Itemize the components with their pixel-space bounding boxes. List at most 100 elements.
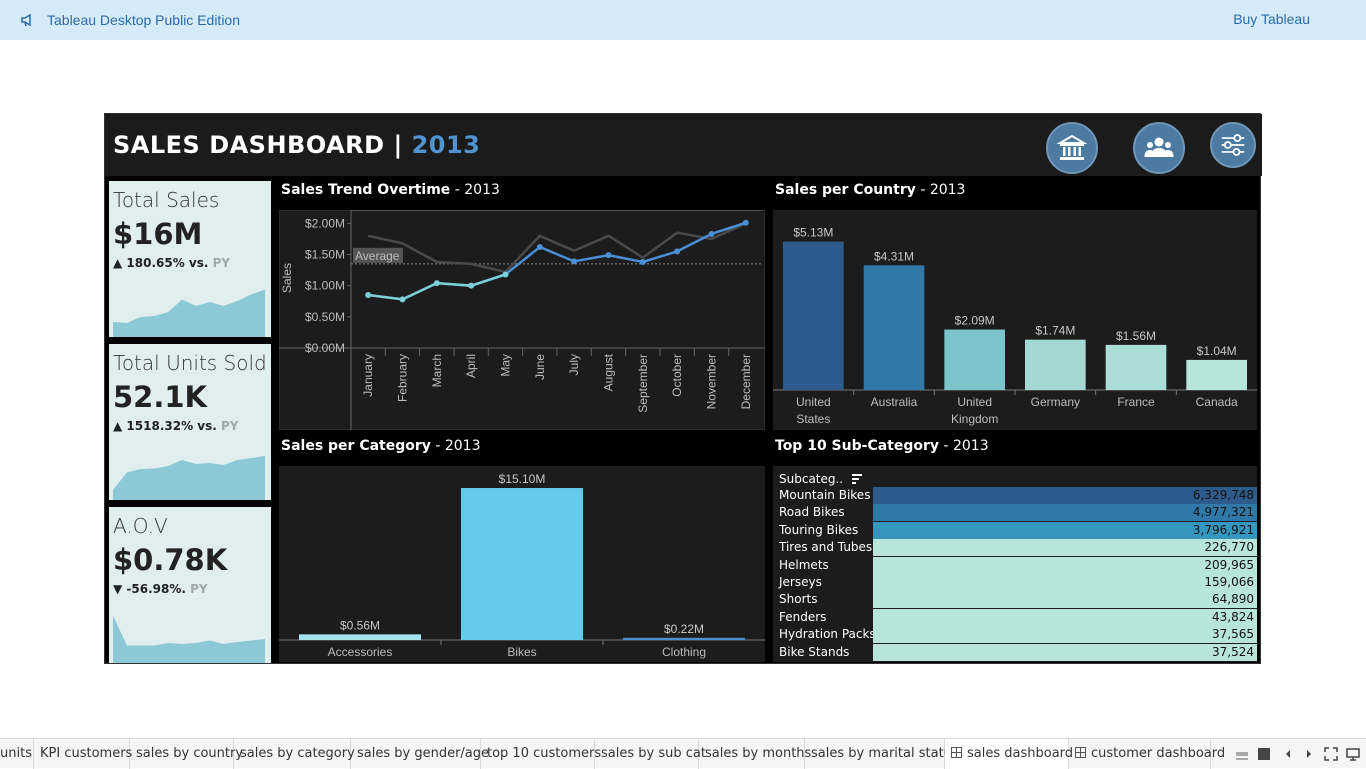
sheet-tab[interactable]: sales by months [699,739,811,769]
dashboard-title: SALES DASHBOARD | 2013 [113,131,480,159]
country-chart-area[interactable]: $5.13M United States $4.31M Australia $2.09M U… [773,210,1257,430]
y-axis-label: Sales [280,263,294,293]
subcategory-value: 64,890 [1212,592,1254,607]
data-label: $1.56M [1116,329,1156,343]
subcategory-value: 226,770 [1204,540,1254,555]
kpi-sparkline [113,289,265,337]
subcategory-value: 37,565 [1212,627,1254,642]
subcategory-row[interactable]: Jerseys 159,066 [773,574,1257,591]
bar [623,637,745,640]
panel-title-main: Sales per Category [281,438,431,454]
y-tick-label: $2.00M [305,216,345,230]
megaphone-icon [21,13,31,27]
data-label: $0.22M [664,622,704,636]
x-tick-label: France [1117,395,1155,409]
sort-icon[interactable] [851,473,863,485]
bar [863,265,925,390]
x-tick-label: United [796,395,831,409]
x-tick-label: Kingdom [951,412,998,426]
sheet-tab[interactable]: sales by sub cat [595,739,706,769]
sales-point [502,271,509,278]
subcategory-row[interactable]: Hydration Packs 37,565 [773,626,1257,644]
subcategory-row[interactable]: Shorts 64,890 [773,591,1257,609]
sheet-tab[interactable]: sales dashboard [945,739,1073,769]
x-tick-label: Clothing [662,645,706,659]
sheet-tab[interactable]: sales by country [130,739,243,769]
sheet-tab-label: sales by gender/age [357,746,490,761]
kpi-change-text: -56.98%. [126,582,186,596]
dashboard-title-text: SALES DASHBOARD [113,131,385,159]
data-label: $15.10M [499,472,546,486]
x-tick-label: November [705,354,719,409]
x-tick-label: February [396,354,410,402]
kpi-py: PY [221,419,239,433]
sales-category-panel: Sales per Category - 2013 $0.56M Accessor… [279,436,765,662]
bar [1025,339,1086,390]
subcategory-bar: 209,965 [873,556,1257,574]
kpi-sparkline [113,615,265,663]
down-arrow-icon: ▼ [113,582,123,596]
subcategory-bar: 4,977,321 [873,504,1257,522]
bar [944,329,1005,390]
show-filmstrip-icon[interactable] [1235,747,1249,761]
subcategory-row[interactable]: Touring Bikes 3,796,921 [773,521,1257,539]
next-sheet-icon[interactable] [1302,747,1316,761]
kpi-py: PY [212,256,231,270]
panel-title-year: - 2013 [915,182,966,198]
trend-line-chart: $0.00M $0.50M $1.00M $1.50M $2.00M Sales Janua… [278,209,766,431]
sheet-tab-label: sales by months [705,746,812,761]
sheet-tab[interactable]: sales by category [234,739,355,769]
kpi-change-text: 1518.32% vs. [126,419,217,433]
sales-point [674,248,681,255]
subcategory-row[interactable]: Tires and Tubes 226,770 [773,539,1257,557]
subcategory-row[interactable]: Bike Stands 37,524 [773,643,1257,661]
customers-icon[interactable] [1133,122,1185,174]
sales-point [365,292,372,299]
subcategory-row[interactable]: Road Bikes 4,977,321 [773,504,1257,522]
x-tick-label: Germany [1031,395,1080,409]
sales-point [571,258,578,265]
sheet-tab[interactable]: sales by gender/age [351,739,489,769]
sheet-tab-label: sales dashboard [967,746,1074,761]
show-sheet-icon[interactable] [1257,747,1271,761]
y-tick-label: $0.50M [305,310,345,324]
subcategory-row[interactable]: Fenders 43,824 [773,608,1257,626]
x-tick-label: April [464,354,478,378]
sheet-tab[interactable]: units [0,739,34,769]
sheet-tab[interactable]: KPI customers [34,739,132,769]
panel-title-year: - 2013 [939,438,989,454]
subcategory-row[interactable]: Helmets 209,965 [773,556,1257,574]
bank-icon[interactable] [1046,122,1098,174]
dashboard-header: SALES DASHBOARD | 2013 [105,114,1262,176]
kpi-value: $16M [113,217,203,251]
panel-title: Sales per Country - 2013 [775,182,965,198]
sheet-tab[interactable]: top 10 customers [481,739,601,769]
sheet-tab[interactable]: sales by marital status [805,739,959,769]
filters-icon[interactable] [1210,122,1256,168]
trend-chart-area[interactable]: $0.00M $0.50M $1.00M $1.50M $2.00M Sales Janua… [278,209,766,431]
dashboard-year: 2013 [411,131,481,159]
x-tick-label: May [499,354,513,377]
buy-tableau-link[interactable]: Buy Tableau [1233,11,1310,27]
subcategory-table[interactable]: Subcateg.. Mountain Bikes 6,329,748 Road B… [773,466,1257,662]
subcategory-bar: 43,824 [873,608,1257,626]
sheet-tab-label: units [0,746,32,761]
sales-point [468,282,475,289]
sheet-tab[interactable]: customer dashboard [1069,739,1225,769]
x-tick-label: July [567,354,581,375]
bar [299,634,421,640]
sales-point [536,244,543,251]
average-label: Average [355,249,400,263]
category-chart-area[interactable]: $0.56M Accessories $15.10M Bikes $0.22M Cloth… [279,466,765,662]
kpi-title: Total Units Sold [113,351,267,375]
subcategory-name: Fenders [779,609,827,624]
subcategory-header: Subcateg.. [779,471,862,486]
kpi-title: A.O.V [113,514,168,538]
kpi-change: ▲ 1518.32% vs. PY [113,419,238,433]
kpi-total-units: Total Units Sold 52.1K ▲ 1518.32% vs. PY [109,344,271,500]
subcategory-row[interactable]: Mountain Bikes 6,329,748 [773,487,1257,504]
fullscreen-icon[interactable] [1324,747,1338,761]
presentation-icon[interactable] [1346,747,1360,761]
prev-sheet-icon[interactable] [1281,747,1295,761]
panel-title-main: Top 10 Sub-Category [775,438,940,454]
